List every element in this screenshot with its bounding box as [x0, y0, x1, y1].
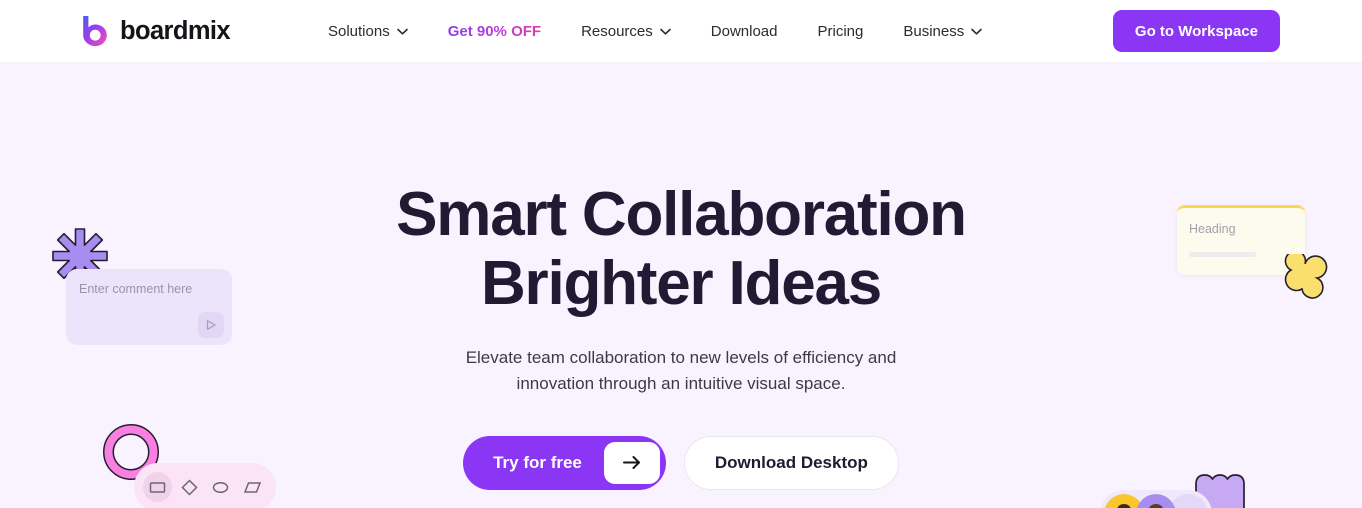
page-title: Smart Collaboration Brighter Ideas — [396, 180, 967, 319]
nav-label: Resources — [581, 22, 653, 40]
nav-item-pricing[interactable]: Pricing — [797, 15, 883, 48]
brand-logo[interactable]: boardmix — [80, 16, 231, 46]
try-for-free-button[interactable]: Try for free — [463, 435, 666, 490]
hero-subtitle-line-1: Elevate team collaboration to new levels… — [465, 347, 897, 367]
nav-item-solutions[interactable]: Solutions — [308, 15, 428, 48]
try-for-free-arrow[interactable] — [603, 441, 660, 484]
nav-item-business[interactable]: Business — [883, 15, 1002, 48]
chevron-down-icon — [659, 28, 671, 35]
nav-label: Get 90% OFF — [447, 22, 542, 40]
hero-subtitle-line-2: innovation through an intuitive visual s… — [516, 374, 846, 394]
download-desktop-button[interactable]: Download Desktop — [683, 435, 899, 490]
go-to-workspace-button[interactable]: Go to Workspace — [1112, 10, 1280, 52]
boardmix-b-logo-icon — [83, 16, 107, 46]
nav-label: Pricing — [817, 22, 864, 40]
avatar-group: 99+ — [1100, 490, 1212, 508]
hero-content: Smart Collaboration Brighter Ideas Eleva… — [0, 180, 1362, 490]
hero-actions: Try for free Download Desktop — [463, 435, 899, 490]
nav-item-promo[interactable]: Get 90% OFF — [428, 15, 561, 48]
chevron-down-icon — [971, 28, 983, 35]
hero-title-line-2: Brighter Ideas — [480, 249, 882, 319]
avatar[interactable] — [1136, 494, 1176, 508]
avatar-photo-2 — [1136, 494, 1176, 508]
chevron-down-icon — [396, 28, 408, 35]
nav-item-download[interactable]: Download — [691, 15, 798, 48]
try-for-free-label: Try for free — [493, 452, 582, 472]
nav-label: Solutions — [327, 22, 390, 40]
nav-label: Business — [903, 22, 965, 40]
hero-subtitle: Elevate team collaboration to new levels… — [441, 345, 921, 398]
site-header: boardmix Solutions Get 90% OFF Resources… — [0, 0, 1362, 62]
hero-title-line-1: Smart Collaboration — [396, 180, 967, 249]
arrow-right-icon — [622, 456, 640, 470]
nav-label: Download — [710, 22, 778, 40]
hero-section: Enter comment here Heading Smart Collabo… — [0, 62, 1362, 508]
primary-nav: Solutions Get 90% OFF Resources Download… — [308, 15, 1002, 48]
brand-name: boardmix — [120, 16, 231, 45]
nav-item-resources[interactable]: Resources — [561, 15, 691, 48]
